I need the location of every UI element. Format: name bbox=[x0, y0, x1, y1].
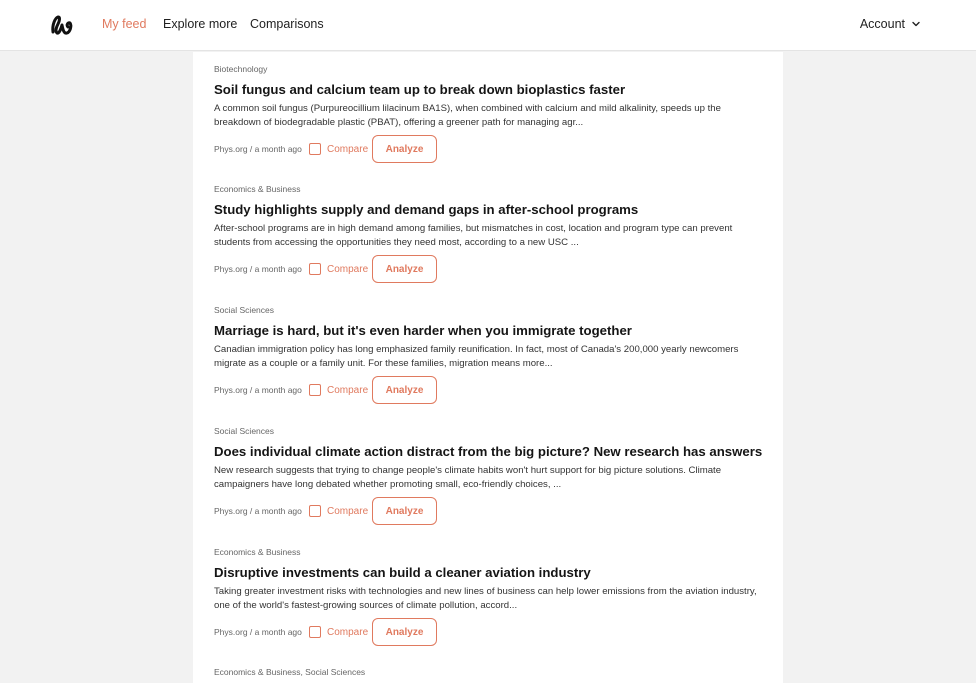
article-feed: Biotechnology Soil fungus and calcium te… bbox=[193, 52, 783, 683]
article-title[interactable]: Soil fungus and calcium team up to break… bbox=[214, 82, 762, 98]
compare-checkbox[interactable] bbox=[309, 143, 321, 155]
article-meta: Phys.org / a month ago Compare Analyze bbox=[214, 255, 762, 283]
compare-label[interactable]: Compare bbox=[327, 144, 372, 155]
article-source: Phys.org / a month ago bbox=[214, 385, 302, 395]
article-meta: Phys.org / a month ago Compare Analyze bbox=[214, 497, 762, 525]
article-source: Phys.org / a month ago bbox=[214, 264, 302, 274]
article-category: Social Sciences bbox=[214, 305, 275, 315]
account-menu[interactable]: Account bbox=[860, 17, 921, 31]
nav-explore-more[interactable]: Explore more bbox=[163, 17, 237, 31]
analyze-button[interactable]: Analyze bbox=[372, 497, 437, 525]
article-category: Social Sciences bbox=[214, 426, 275, 436]
analyze-button[interactable]: Analyze bbox=[372, 135, 437, 163]
article-category: Economics & Business bbox=[214, 547, 301, 557]
compare-label[interactable]: Compare bbox=[327, 385, 372, 396]
article-title[interactable]: Marriage is hard, but it's even harder w… bbox=[214, 323, 762, 339]
analyze-button[interactable]: Analyze bbox=[372, 618, 437, 646]
article-source: Phys.org / a month ago bbox=[214, 627, 302, 637]
analyze-button[interactable]: Analyze bbox=[372, 376, 437, 404]
article-category: Economics & Business bbox=[214, 184, 301, 194]
article-title[interactable]: Disruptive investments can build a clean… bbox=[214, 565, 762, 581]
article-summary: New research suggests that trying to cha… bbox=[214, 465, 722, 490]
nav-my-feed[interactable]: My feed bbox=[102, 17, 146, 31]
compare-label[interactable]: Compare bbox=[327, 264, 372, 275]
compare-checkbox[interactable] bbox=[309, 505, 321, 517]
article-category: Biotechnology bbox=[214, 64, 268, 74]
article-card: Economics & Business, Social Sciences bbox=[214, 667, 762, 678]
article-card: Social Sciences Does individual climate … bbox=[214, 426, 762, 525]
compare-checkbox[interactable] bbox=[309, 626, 321, 638]
compare-label[interactable]: Compare bbox=[327, 506, 372, 517]
article-source: Phys.org / a month ago bbox=[214, 506, 302, 516]
compare-checkbox[interactable] bbox=[309, 384, 321, 396]
article-category: Economics & Business, Social Sciences bbox=[214, 667, 366, 677]
article-card: Economics & Business Study highlights su… bbox=[214, 184, 762, 283]
article-card: Biotechnology Soil fungus and calcium te… bbox=[214, 64, 762, 163]
compare-checkbox[interactable] bbox=[309, 263, 321, 275]
account-label: Account bbox=[859, 17, 905, 31]
article-summary: Taking greater investment risks with tec… bbox=[214, 586, 757, 611]
article-title[interactable]: Does individual climate action distract … bbox=[214, 444, 762, 460]
article-card: Social Sciences Marriage is hard, but it… bbox=[214, 305, 762, 404]
article-summary: A common soil fungus (Purpureocillium li… bbox=[214, 103, 721, 128]
nav-comparisons[interactable]: Comparisons bbox=[250, 17, 324, 31]
article-summary: Canadian immigration policy has long emp… bbox=[214, 344, 739, 369]
article-card: Economics & Business Disruptive investme… bbox=[214, 547, 762, 646]
article-summary: After-school programs are in high demand… bbox=[214, 223, 733, 248]
compare-label[interactable]: Compare bbox=[327, 627, 372, 638]
article-meta: Phys.org / a month ago Compare Analyze bbox=[214, 618, 762, 646]
analyze-button[interactable]: Analyze bbox=[372, 255, 437, 283]
article-meta: Phys.org / a month ago Compare Analyze bbox=[214, 135, 762, 163]
brand-logo-icon[interactable] bbox=[49, 12, 75, 38]
top-navigation-bar: My feed Explore more Comparisons Account bbox=[0, 0, 976, 51]
article-title[interactable]: Study highlights supply and demand gaps … bbox=[214, 202, 762, 218]
chevron-down-icon bbox=[912, 21, 920, 27]
article-meta: Phys.org / a month ago Compare Analyze bbox=[214, 376, 762, 404]
article-source: Phys.org / a month ago bbox=[214, 144, 302, 154]
